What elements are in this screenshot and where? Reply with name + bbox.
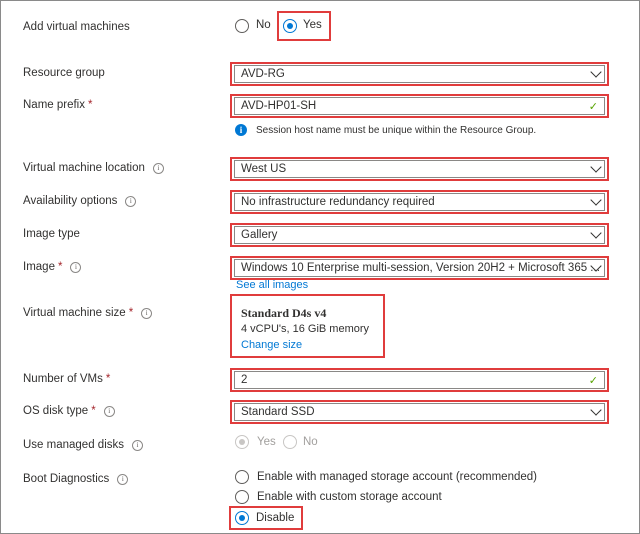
os-disk-select[interactable]: Standard SSD — [234, 403, 605, 421]
add-vms-no-label: No — [256, 19, 271, 31]
required-marker: * — [128, 307, 134, 319]
name-prefix-input[interactable]: AVD-HP01-SH ✓ — [234, 97, 605, 115]
add-vms-yes-radio[interactable] — [283, 19, 297, 33]
add-vms-yes-label: Yes — [303, 19, 322, 31]
info-icon[interactable]: i — [152, 163, 164, 174]
managed-disks-yes-label: Yes — [257, 436, 276, 448]
boot-diag-disable-radio[interactable] — [235, 511, 249, 525]
managed-disks-label: Use managed disks i — [23, 439, 143, 451]
image-select[interactable]: Windows 10 Enterprise multi-session, Ver… — [234, 259, 605, 277]
info-icon[interactable]: i — [132, 440, 143, 451]
vm-location-label: Virtual machine location i — [23, 162, 164, 174]
info-icon[interactable]: i — [141, 308, 153, 319]
image-label: Image * i — [23, 261, 82, 273]
info-icon[interactable]: i — [70, 262, 82, 273]
vm-size-label: Virtual machine size * i — [23, 307, 153, 319]
boot-diag-disable-label: Disable — [256, 512, 295, 524]
boot-diag-custom-radio[interactable] — [235, 490, 249, 504]
vm-size-name: Standard D4s v4 — [241, 306, 327, 320]
os-disk-label: OS disk type * i — [23, 405, 115, 417]
boot-diag-label: Boot Diagnostics i — [23, 473, 129, 485]
change-size-link[interactable]: Change size — [241, 339, 302, 351]
name-prefix-note: Session host name must be unique within … — [256, 125, 537, 136]
vm-location-select[interactable]: West US — [234, 160, 605, 178]
see-all-images-link[interactable]: See all images — [236, 279, 308, 291]
availability-label: Availability options i — [23, 195, 137, 207]
required-marker: * — [105, 373, 111, 385]
image-type-select[interactable]: Gallery — [234, 226, 605, 244]
num-vms-input[interactable]: 2 ✓ — [234, 371, 605, 389]
required-marker: * — [91, 405, 96, 417]
boot-diag-custom-label: Enable with custom storage account — [257, 491, 442, 503]
boot-diag-managed-label: Enable with managed storage account (rec… — [257, 471, 537, 483]
managed-disks-yes-radio — [235, 435, 249, 449]
valid-check-icon: ✓ — [588, 101, 598, 113]
chevron-down-icon — [590, 161, 602, 173]
vm-size-spec: 4 vCPU's, 16 GiB memory — [241, 323, 370, 335]
image-type-label: Image type — [23, 228, 80, 240]
add-vms-no-radio[interactable] — [235, 19, 249, 33]
chevron-down-icon — [590, 227, 602, 239]
managed-disks-no-radio — [283, 435, 297, 449]
info-icon[interactable]: i — [125, 196, 137, 207]
required-marker: * — [57, 261, 63, 273]
managed-disks-no-label: No — [303, 436, 318, 448]
chevron-down-icon — [590, 66, 602, 78]
chevron-down-icon — [590, 404, 602, 416]
info-icon[interactable]: i — [117, 474, 129, 485]
resource-group-select[interactable]: AVD-RG — [234, 65, 605, 83]
valid-check-icon: ✓ — [588, 375, 598, 387]
required-marker: * — [88, 99, 93, 111]
add-vms-label: Add virtual machines — [23, 21, 130, 33]
name-prefix-label: Name prefix * — [23, 99, 93, 111]
resource-group-label: Resource group — [23, 67, 105, 79]
chevron-down-icon — [590, 194, 602, 206]
info-icon: i — [235, 124, 247, 136]
num-vms-label: Number of VMs * — [23, 373, 111, 385]
availability-select[interactable]: No infrastructure redundancy required — [234, 193, 605, 211]
info-icon[interactable]: i — [103, 406, 115, 417]
boot-diag-managed-radio[interactable] — [235, 470, 249, 484]
